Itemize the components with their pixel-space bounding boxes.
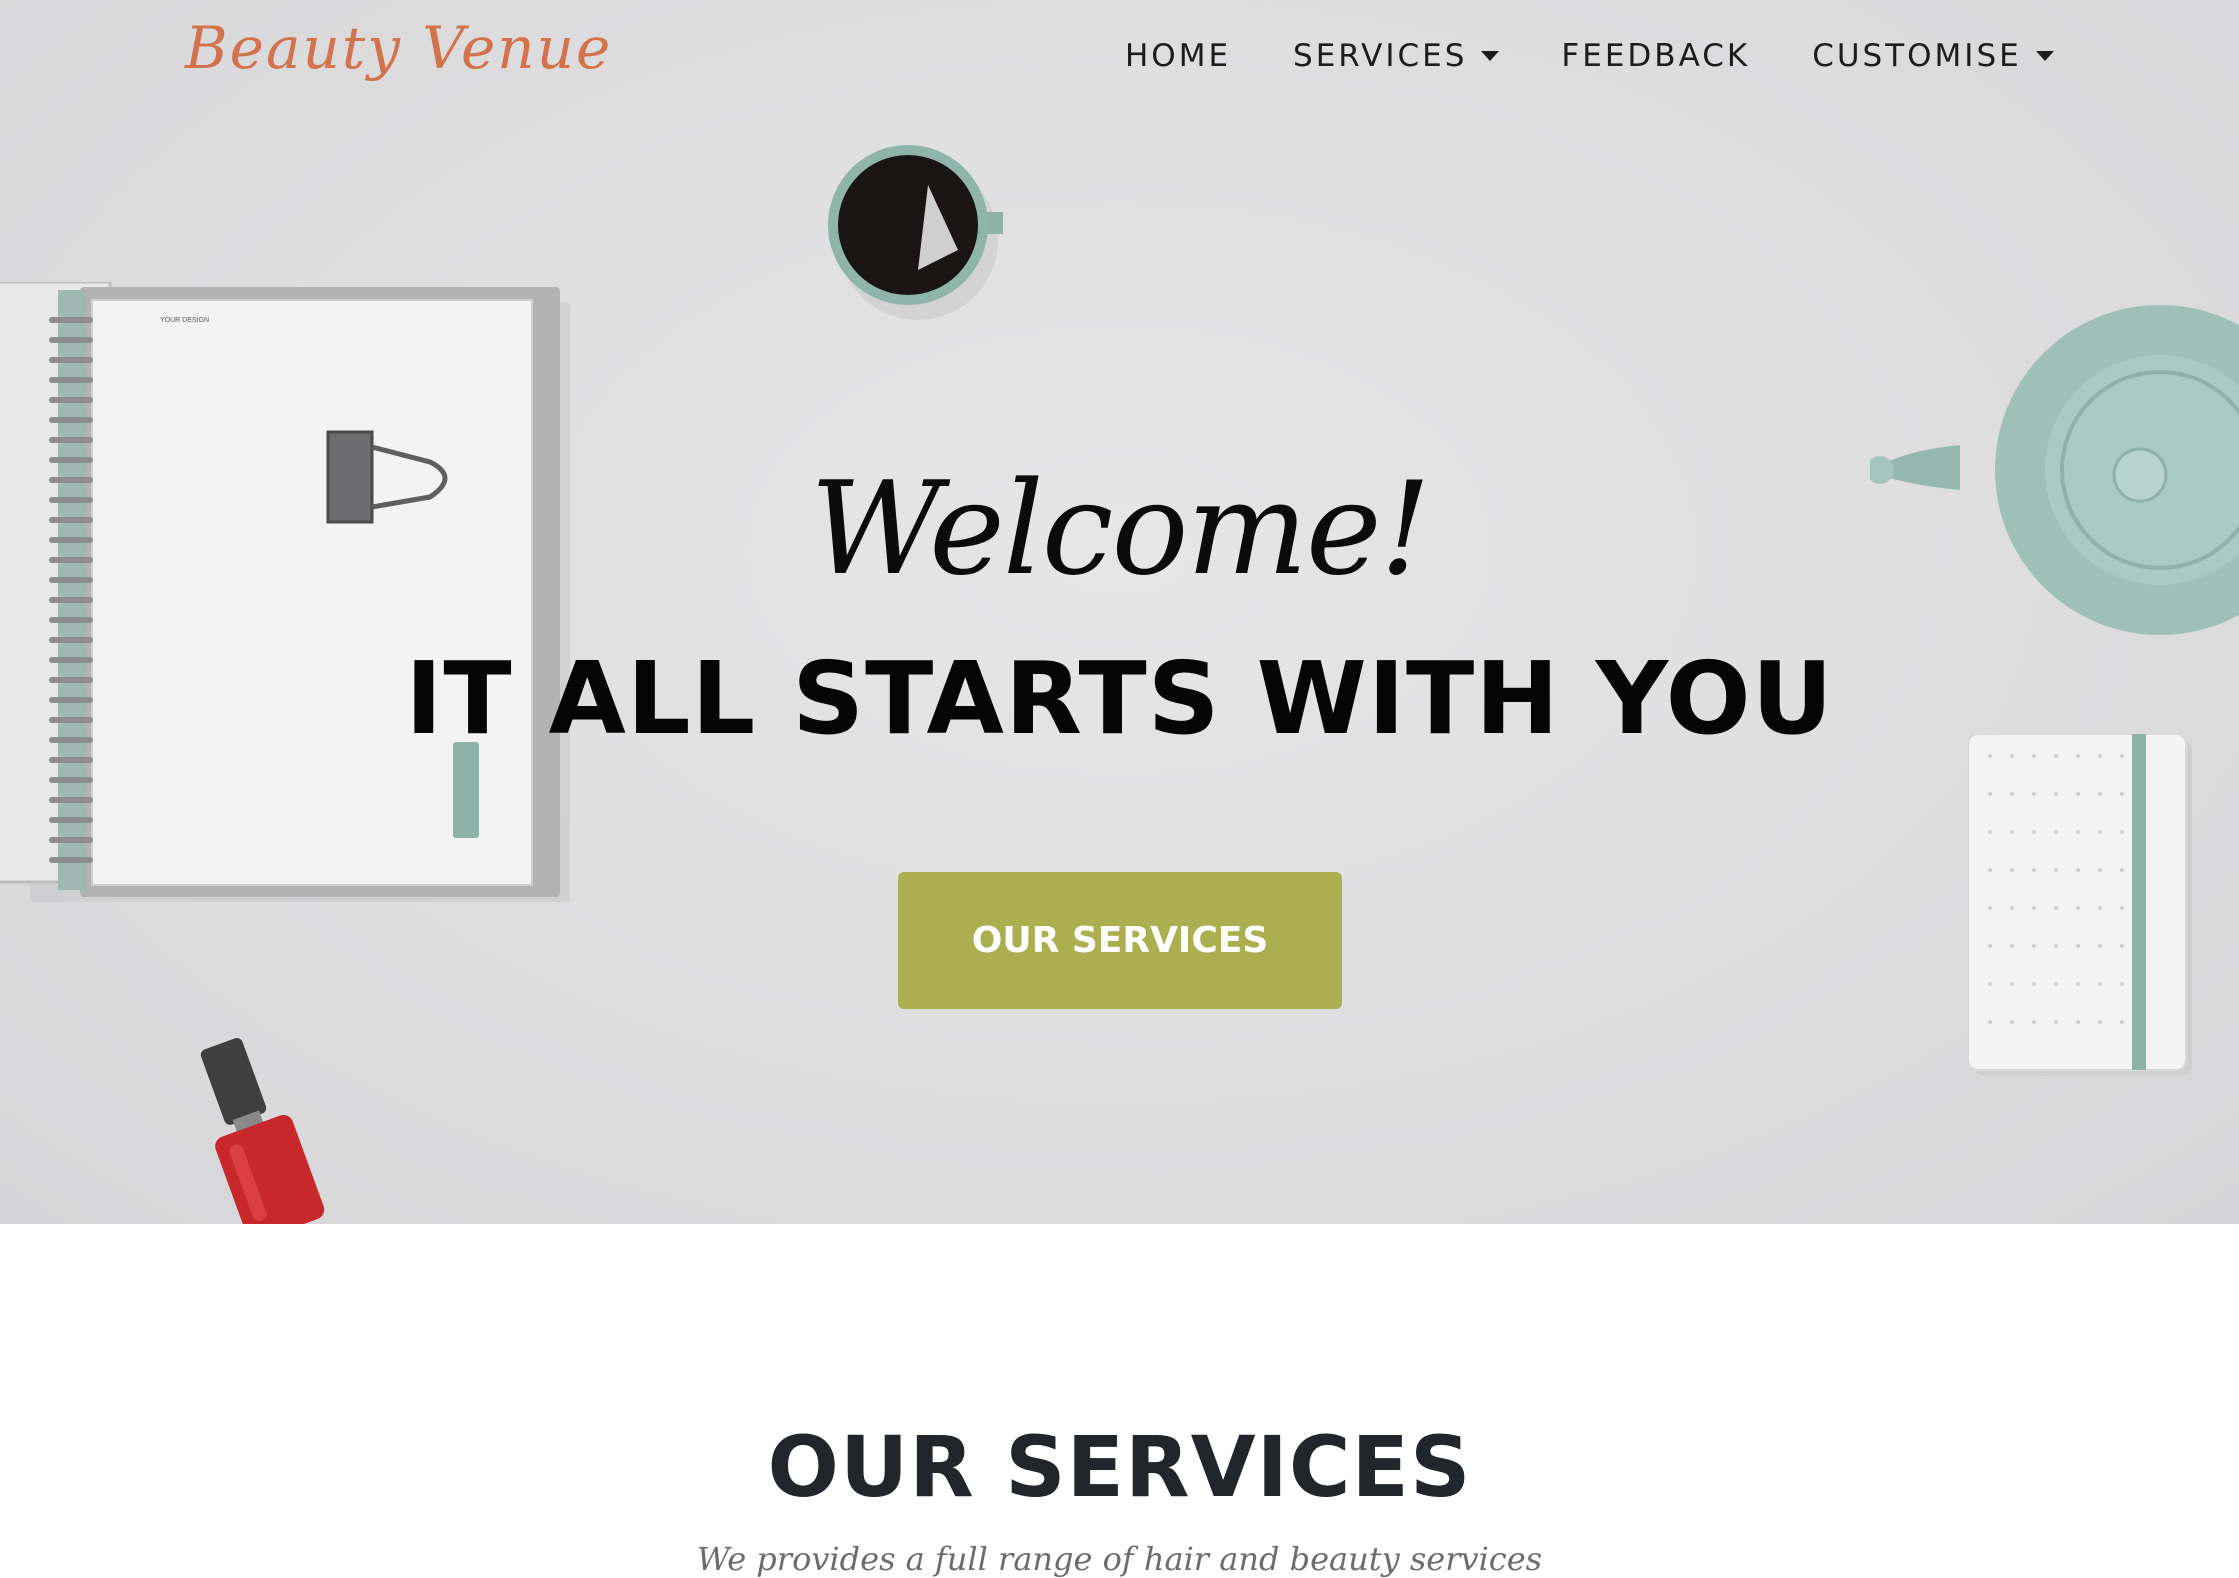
- our-services-button[interactable]: OUR SERVICES: [898, 872, 1342, 1009]
- nav-label-home: HOME: [1125, 38, 1232, 74]
- brand-logo[interactable]: Beauty Venue: [185, 14, 612, 82]
- chevron-down-icon: [1481, 51, 1500, 61]
- hero-tagline: IT ALL STARTS WITH YOU: [405, 640, 1834, 757]
- nav-item-feedback[interactable]: FEEDBACK: [1561, 38, 1750, 74]
- nail-polish-image: [200, 1038, 325, 1224]
- nav-item-customise[interactable]: CUSTOMISE: [1812, 38, 2054, 74]
- chevron-down-icon: [2035, 51, 2054, 61]
- hero-welcome: Welcome!: [809, 455, 1431, 604]
- notebook-label: YOUR DESIGN: [160, 317, 209, 324]
- nav-item-home[interactable]: HOME: [1125, 38, 1231, 74]
- coffee-cup-image: [828, 145, 1003, 320]
- nav-item-services[interactable]: SERVICES: [1293, 38, 1500, 74]
- main-nav: HOME SERVICES FEEDBACK CUSTOMISE: [1125, 38, 2054, 74]
- services-title: OUR SERVICES: [767, 1418, 1472, 1516]
- nav-label-feedback: FEEDBACK: [1561, 38, 1751, 74]
- nav-label-customise: CUSTOMISE: [1812, 38, 2022, 74]
- services-subtitle: We provides a full range of hair and bea…: [696, 1540, 1543, 1578]
- nav-label-services: SERVICES: [1293, 38, 1468, 74]
- notepad-image: [1968, 734, 2192, 1076]
- hero-section: YOUR DESIGN Beauty Venue HOME SERVICES F…: [0, 0, 2239, 1224]
